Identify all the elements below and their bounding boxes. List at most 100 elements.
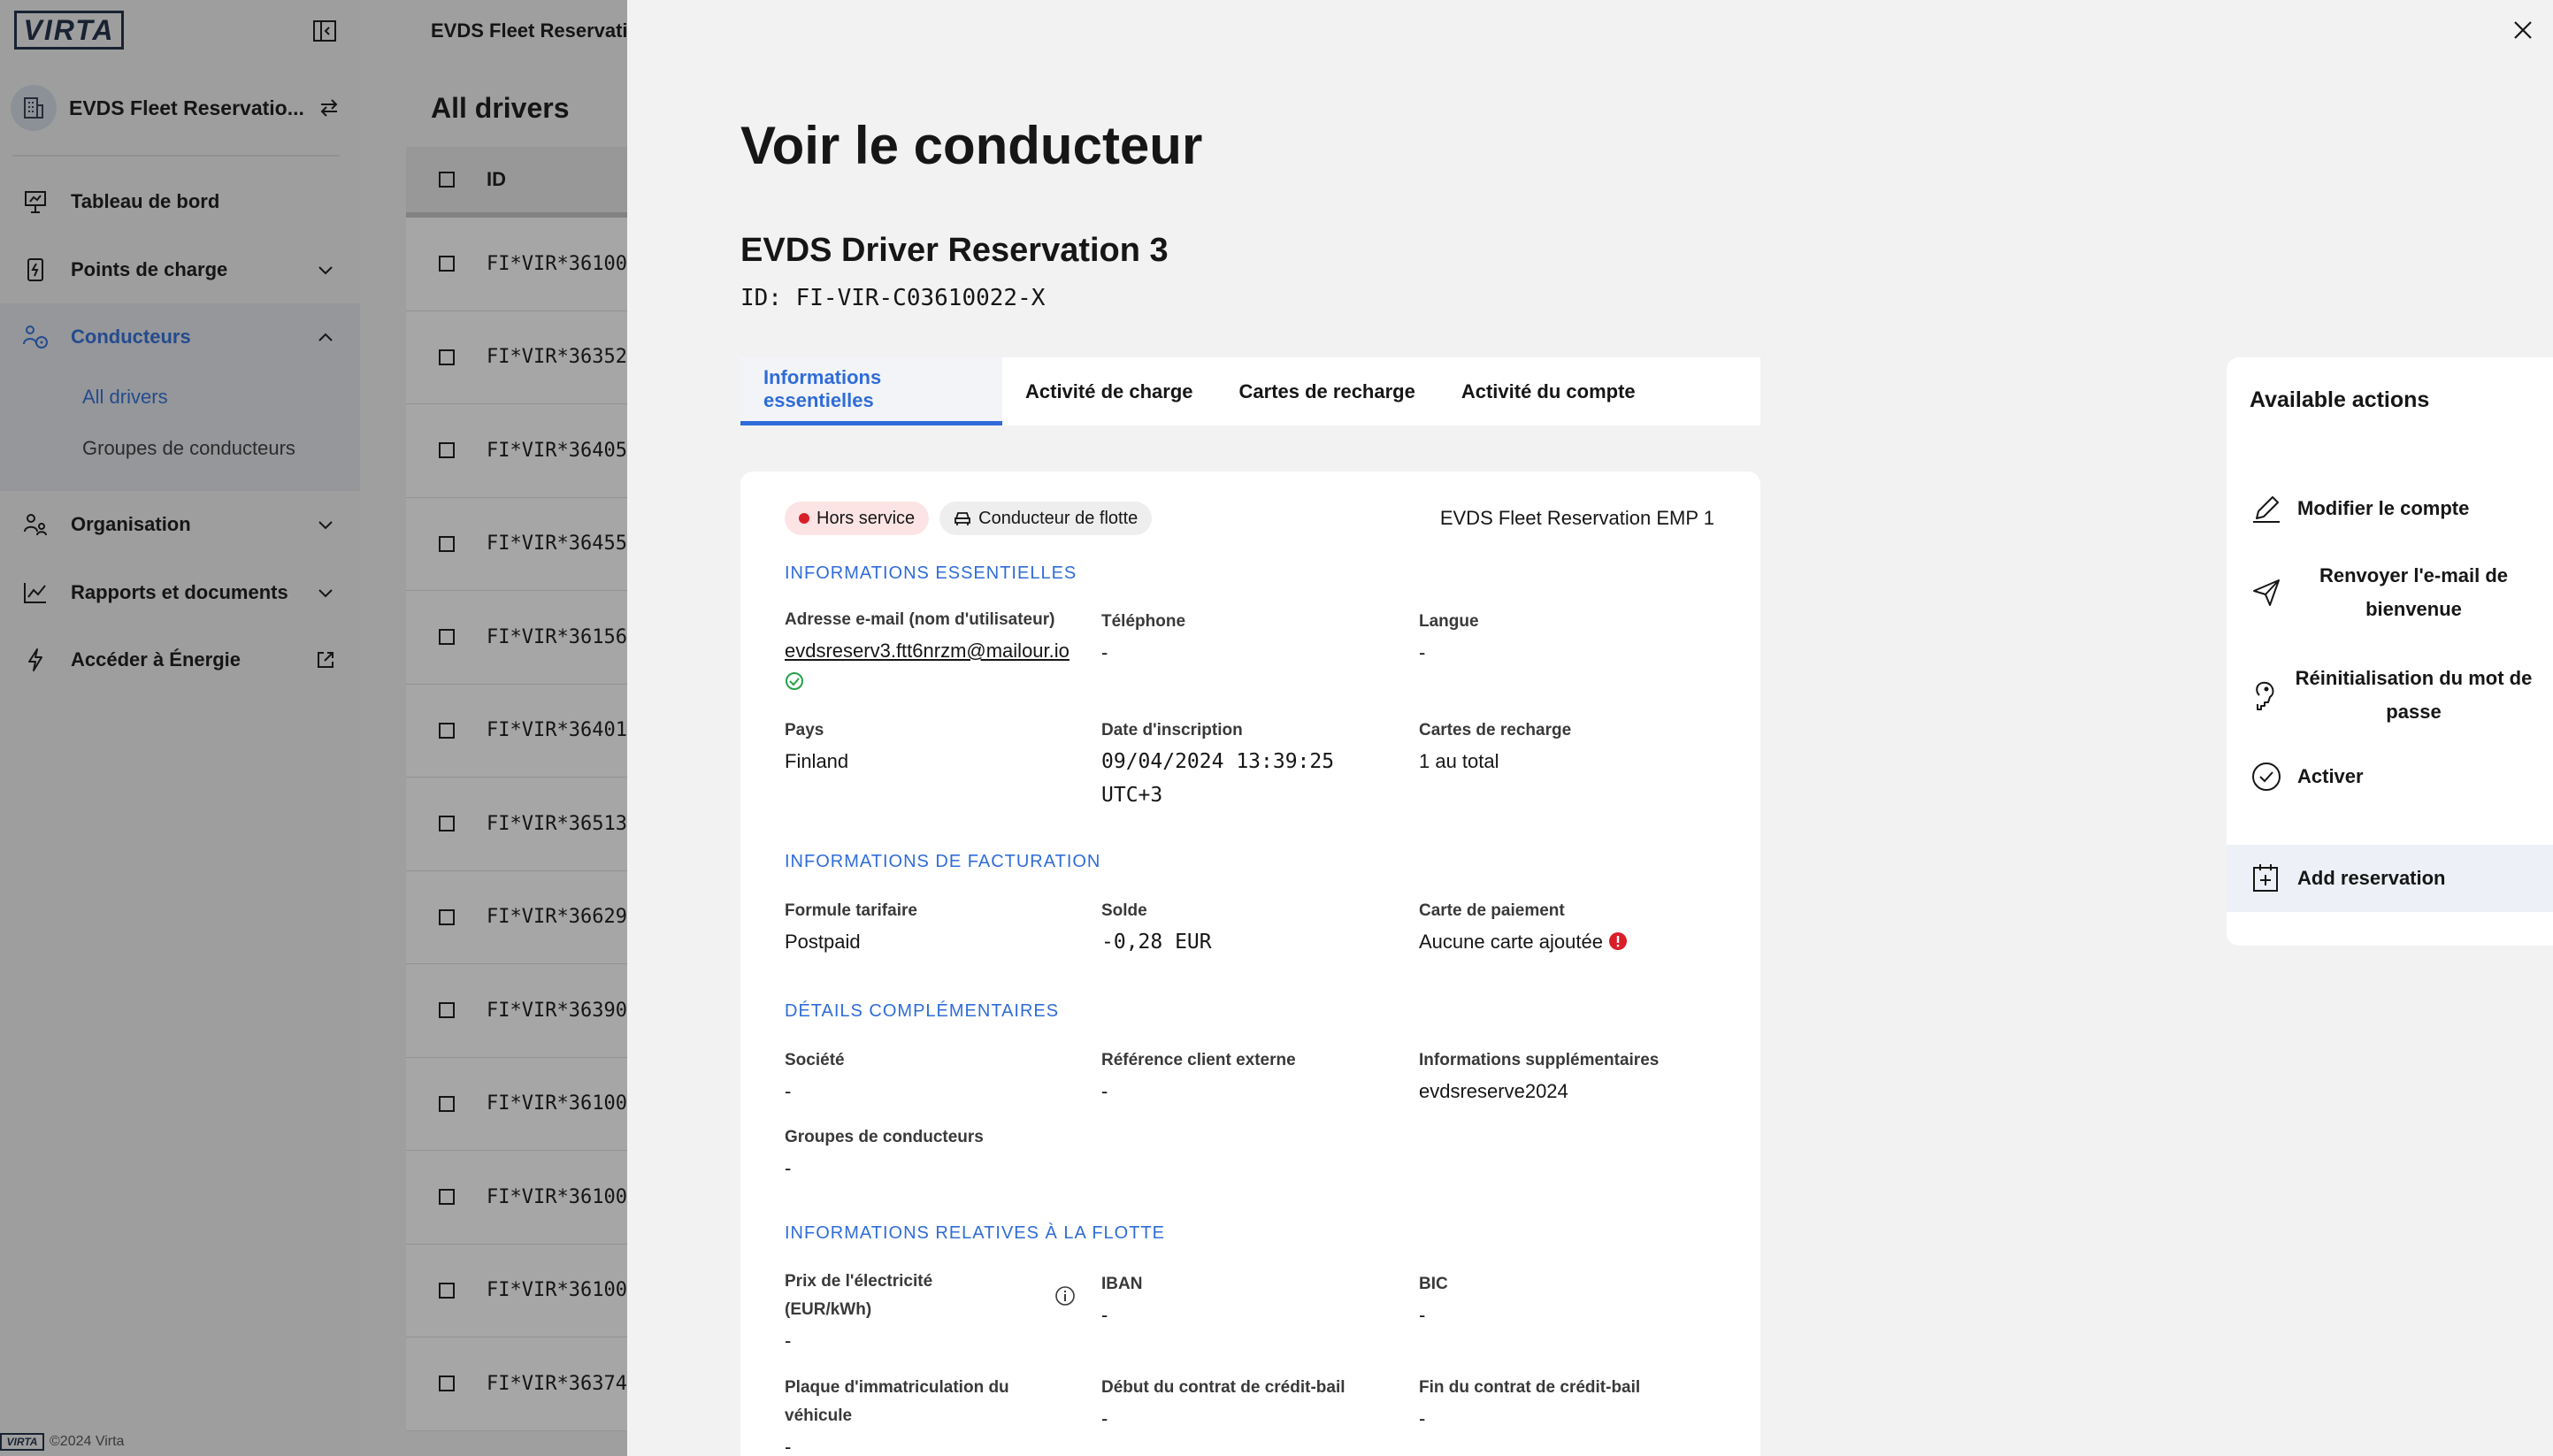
badge-row: Hors service Conducteur de flotte bbox=[785, 502, 1153, 535]
lease-end-value: - bbox=[1419, 1407, 1426, 1429]
email-link[interactable]: evdsreserv3.ftt6nrzm@mailour.io bbox=[785, 640, 1070, 662]
password-key-icon bbox=[2250, 678, 2283, 712]
external-ref-value: - bbox=[1101, 1080, 1108, 1102]
language-value: - bbox=[1419, 641, 1426, 663]
lease-end-label: Fin du contrat de crédit-bail bbox=[1419, 1378, 1641, 1397]
activate-label: Activer bbox=[2297, 765, 2364, 787]
signup-value: 09/04/2024 13:39:25 UTC+3 bbox=[1101, 750, 1335, 807]
cards-label: Cartes de recharge bbox=[1419, 721, 1572, 739]
pencil-icon bbox=[2250, 492, 2283, 525]
plan-label: Formule tarifaire bbox=[785, 901, 917, 920]
status-badge: Hors service bbox=[785, 502, 930, 535]
driver-name: EVDS Driver Reservation 3 bbox=[740, 232, 1169, 269]
status-dot bbox=[799, 513, 809, 524]
company-label: Société bbox=[785, 1051, 845, 1069]
driver-groups-field: Groupes de conducteurs - bbox=[785, 1123, 1085, 1185]
phone-value: - bbox=[1101, 641, 1108, 663]
country-value: Finland bbox=[785, 750, 849, 772]
payment-value: Aucune carte ajoutée bbox=[1419, 931, 1603, 953]
role-badge: Conducteur de flotte bbox=[939, 502, 1153, 535]
calendar-add-icon bbox=[2250, 862, 2283, 895]
signup-label: Date d'inscription bbox=[1101, 721, 1243, 739]
plate-field: Plaque d'immatriculation du véhicule - bbox=[785, 1374, 1050, 1456]
external-ref-field: Référence client externe - bbox=[1101, 1046, 1402, 1108]
edit-account-action[interactable]: Modifier le compte bbox=[2227, 487, 2553, 531]
section-billing: INFORMATIONS DE FACTURATION bbox=[785, 852, 1101, 871]
country-label: Pays bbox=[785, 721, 824, 739]
country-field: Pays Finland bbox=[785, 717, 1085, 778]
drawer-title: Voir le conducteur bbox=[740, 116, 1203, 175]
signup-field: Date d'inscription 09/04/2024 13:39:25 U… bbox=[1101, 717, 1367, 812]
phone-label: Téléphone bbox=[1101, 612, 1186, 631]
extra-info-value: evdsreserve2024 bbox=[1419, 1080, 1568, 1102]
role-badge-label: Conducteur de flotte bbox=[978, 508, 1138, 528]
phone-field: Téléphone - bbox=[1101, 608, 1402, 670]
company-value: - bbox=[785, 1080, 792, 1102]
plate-value: - bbox=[785, 1436, 792, 1456]
modal-backdrop[interactable] bbox=[0, 0, 627, 1456]
status-badge-label: Hors service bbox=[816, 508, 916, 528]
cards-field: Cartes de recharge 1 au total bbox=[1419, 717, 1720, 778]
email-value-row: evdsreserv3.ftt6nrzm@mailour.io bbox=[785, 634, 1077, 701]
company-field: Société - bbox=[785, 1046, 1085, 1108]
edit-account-label: Modifier le compte bbox=[2297, 497, 2470, 519]
section-details: DÉTAILS COMPLÉMENTAIRES bbox=[785, 1001, 1060, 1021]
actions-panel: Available actions Modifier le compte Ren… bbox=[2227, 357, 2553, 946]
essentials-card: Hors service Conducteur de flotte EVDS F… bbox=[740, 471, 1760, 1456]
language-field: Langue - bbox=[1419, 608, 1720, 670]
email-field: Adresse e-mail (nom d'utilisateur) evdsr… bbox=[785, 606, 1077, 701]
activate-action[interactable]: Activer bbox=[2227, 755, 2553, 799]
lease-start-field: Début du contrat de crédit-bail - bbox=[1101, 1374, 1402, 1436]
close-icon[interactable] bbox=[2505, 12, 2541, 48]
tab-account-activity[interactable]: Activité du compte bbox=[1438, 357, 1659, 425]
plan-field: Formule tarifaire Postpaid bbox=[785, 897, 1085, 959]
send-icon bbox=[2250, 576, 2283, 609]
actions-title: Available actions bbox=[2250, 387, 2430, 412]
resend-welcome-action[interactable]: Renvoyer l'e-mail de bienvenue bbox=[2227, 556, 2553, 630]
check-circle-icon bbox=[2250, 760, 2283, 793]
bic-value: - bbox=[1419, 1304, 1426, 1326]
electricity-price-value: - bbox=[785, 1330, 792, 1352]
balance-field: Solde -0,28 EUR bbox=[1101, 897, 1402, 959]
info-icon[interactable] bbox=[1054, 1285, 1076, 1307]
bic-label: BIC bbox=[1419, 1275, 1448, 1293]
car-icon bbox=[954, 512, 971, 525]
payment-value-row: Aucune carte ajoutée bbox=[1419, 925, 1720, 959]
reset-password-action[interactable]: Réinitialisation du mot de passe bbox=[2227, 658, 2553, 732]
plate-label: Plaque d'immatriculation du véhicule bbox=[785, 1378, 1009, 1425]
extra-info-field: Informations supplémentaires evdsreserve… bbox=[1419, 1046, 1737, 1108]
external-ref-label: Référence client externe bbox=[1101, 1051, 1296, 1069]
lease-start-value: - bbox=[1101, 1407, 1108, 1429]
language-label: Langue bbox=[1419, 612, 1479, 631]
iban-field: IBAN - bbox=[1101, 1270, 1402, 1332]
section-essentials: INFORMATIONS ESSENTIELLES bbox=[785, 563, 1077, 583]
payment-label: Carte de paiement bbox=[1419, 901, 1565, 920]
electricity-price-label: Prix de l'électricité (EUR/kWh) bbox=[785, 1272, 933, 1319]
tab-essentials[interactable]: Informations essentielles bbox=[740, 357, 1002, 425]
driver-id: ID: FI-VIR-C03610022-X bbox=[740, 285, 1046, 311]
electricity-price-field: Prix de l'électricité (EUR/kWh) - bbox=[785, 1268, 1075, 1358]
tab-charging-activity[interactable]: Activité de charge bbox=[1002, 357, 1216, 425]
verified-check-icon bbox=[786, 672, 803, 690]
balance-label: Solde bbox=[1101, 901, 1147, 920]
extra-info-label: Informations supplémentaires bbox=[1419, 1051, 1660, 1069]
plan-value: Postpaid bbox=[785, 931, 861, 953]
payment-field: Carte de paiement Aucune carte ajoutée bbox=[1419, 897, 1720, 959]
cards-value: 1 au total bbox=[1419, 750, 1499, 772]
driver-groups-value: - bbox=[785, 1157, 792, 1179]
driver-groups-label: Groupes de conducteurs bbox=[785, 1128, 984, 1146]
section-fleet: INFORMATIONS RELATIVES À LA FLOTTE bbox=[785, 1223, 1165, 1243]
add-reservation-label: Add reservation bbox=[2297, 867, 2446, 889]
tab-charging-cards[interactable]: Cartes de recharge bbox=[1216, 357, 1438, 425]
email-label: Adresse e-mail (nom d'utilisateur) bbox=[785, 610, 1055, 629]
iban-label: IBAN bbox=[1101, 1275, 1143, 1293]
lease-start-label: Début du contrat de crédit-bail bbox=[1101, 1378, 1346, 1397]
balance-value: -0,28 EUR bbox=[1101, 931, 1212, 954]
iban-value: - bbox=[1101, 1304, 1108, 1326]
resend-welcome-label: Renvoyer l'e-mail de bienvenue bbox=[2319, 564, 2509, 620]
reset-password-label: Réinitialisation du mot de passe bbox=[2295, 667, 2533, 723]
drawer-tabs: Informations essentielles Activité de ch… bbox=[740, 357, 1760, 425]
employer-name: EVDS Fleet Reservation EMP 1 bbox=[1439, 507, 1714, 529]
add-reservation-action[interactable]: Add reservation bbox=[2227, 845, 2553, 912]
lease-end-field: Fin du contrat de crédit-bail - bbox=[1419, 1374, 1720, 1436]
